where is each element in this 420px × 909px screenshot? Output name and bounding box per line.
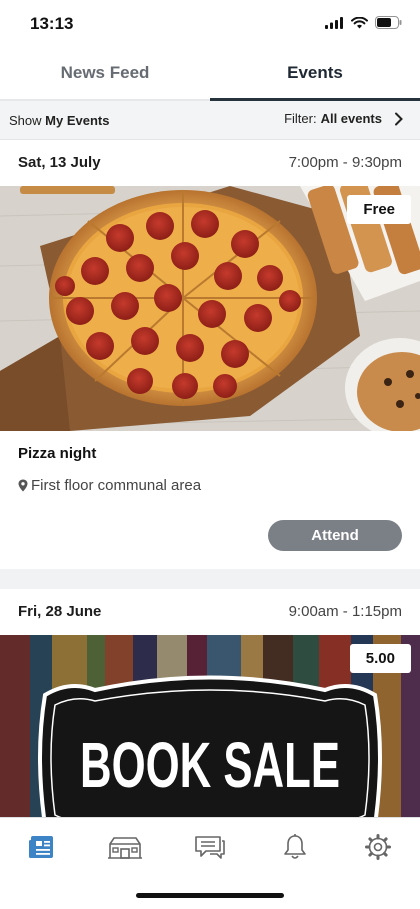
event-time: 9:00am - 1:15pm [288,603,402,620]
event-card[interactable]: Sat, 13 July 7:00pm - 9:30pm Free Pizza … [0,140,420,569]
nav-news-feed[interactable] [22,830,62,864]
nav-settings[interactable] [358,830,398,864]
show-prefix: Show [9,113,42,128]
chevron-right-icon [395,112,403,125]
status-icons [325,16,402,29]
top-tabs: News Feed Events [0,50,420,101]
nav-messages[interactable] [190,830,230,864]
price-badge: 5.00 [349,644,411,673]
card-divider [0,569,420,589]
event-date: Fri, 28 June [18,603,102,620]
event-header: Fri, 28 June 9:00am - 1:15pm [0,589,420,635]
show-my-events-toggle[interactable]: Show My Events [9,113,109,128]
gear-icon [365,834,391,860]
event-location: First floor communal area [18,477,201,494]
event-time: 7:00pm - 9:30pm [288,154,402,171]
filter-bar: Show My Events Filter: All events [0,101,420,140]
event-header: Sat, 13 July 7:00pm - 9:30pm [0,140,420,186]
wifi-icon [351,16,368,28]
battery-icon [375,16,402,29]
building-icon [108,837,142,859]
location-text: First floor communal area [31,477,202,494]
bell-icon [284,834,306,859]
filter-value: All events [320,111,382,126]
filter-selector[interactable]: Filter: All events [284,111,406,126]
location-pin-icon [18,479,28,492]
filter-prefix: Filter: [284,111,317,126]
event-card[interactable]: Fri, 28 June 9:00am - 1:15pm BOOK SALE 5… [0,589,420,817]
events-list[interactable]: Sat, 13 July 7:00pm - 9:30pm Free Pizza … [0,140,420,817]
nav-notifications[interactable] [275,830,315,864]
tab-events[interactable]: Events [210,50,420,101]
attend-button[interactable]: Attend [268,520,402,551]
event-image-book-sale[interactable]: BOOK SALE 5.00 [0,635,420,817]
event-image-pizza[interactable]: Free [0,186,420,431]
event-title: Pizza night [18,445,97,462]
news-feed-icon [29,836,53,858]
messages-icon [195,836,225,859]
home-indicator [136,893,284,898]
status-bar: 13:13 [0,0,420,50]
price-badge: Free [347,195,411,224]
book-sale-text: BOOK SALE [80,729,340,801]
status-time: 13:13 [30,14,74,33]
event-date: Sat, 13 July [18,154,101,171]
show-value: My Events [45,113,110,128]
nav-building[interactable] [105,830,145,864]
tab-news-feed[interactable]: News Feed [0,50,210,99]
signal-icon [325,16,343,29]
